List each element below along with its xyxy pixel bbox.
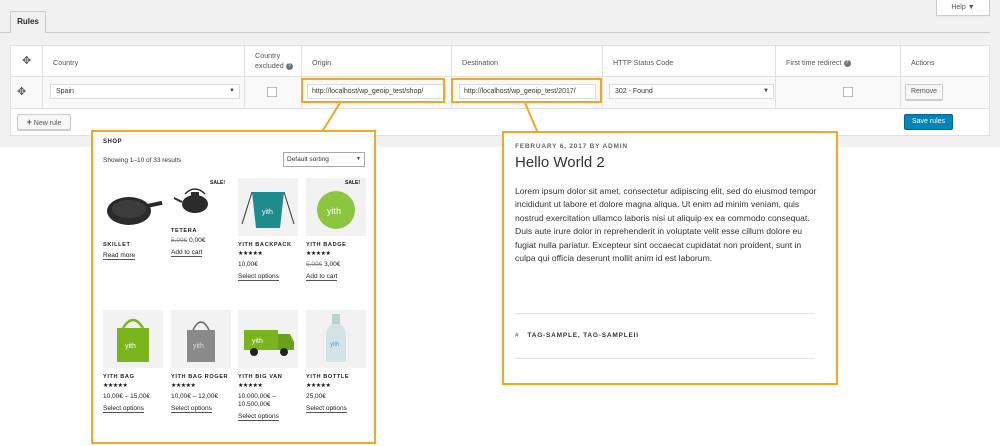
product-image[interactable]: yith (103, 310, 163, 368)
shop-title: SHOP (103, 139, 123, 145)
badge-icon: yith (317, 191, 355, 229)
post-meta: FEBRUARY 6, 2017 BY ADMIN (515, 143, 628, 150)
post-body: Lorem ipsum dolor sit amet, consectetur … (515, 186, 817, 264)
read-more-link[interactable]: Read more (103, 252, 136, 260)
product-skillet[interactable]: SKILLET Read more (103, 178, 163, 260)
product-yith-bag[interactable]: yith YITH BAG ★★★★★ 10,00€ – 15,00€ Sele… (103, 310, 163, 413)
rating-stars: ★★★★★ (238, 383, 263, 389)
product-image[interactable]: yith (171, 310, 231, 368)
post-title[interactable]: Hello World 2 (515, 154, 605, 171)
rating-stars: ★★★★★ (103, 383, 128, 389)
chevron-down-icon: ▼ (356, 156, 361, 162)
product-image[interactable] (103, 178, 163, 236)
product-image[interactable]: yith (306, 310, 366, 368)
product-image[interactable]: SALE! yith (306, 178, 366, 236)
post-tags: # TAG-SAMPLE, TAG-SAMPLEII (515, 332, 639, 339)
product-yith-big-van[interactable]: yith YITH BIG VAN ★★★★★ 10.000,00€ –10.5… (238, 310, 298, 421)
select-options-link[interactable]: Select options (103, 405, 144, 413)
product-yith-backpack[interactable]: yith YITH BACKPACK ★★★★★ 10,00€ Select o… (238, 178, 298, 281)
select-options-link[interactable]: Select options (238, 413, 279, 421)
sale-badge: SALE! (210, 180, 225, 186)
bottle-icon: yith (326, 314, 346, 362)
result-count: Showing 1–10 of 33 results (103, 157, 182, 164)
post-preview: FEBRUARY 6, 2017 BY ADMIN Hello World 2 … (502, 131, 838, 385)
add-to-cart-link[interactable]: Add to cart (306, 273, 338, 281)
bag-icon: yith (187, 321, 215, 362)
rating-stars: ★★★★★ (171, 383, 196, 389)
select-options-link[interactable]: Select options (306, 405, 347, 413)
product-yith-badge[interactable]: SALE! yith YITH BADGE ★★★★★ 5,00€ 3,00€ … (306, 178, 366, 281)
rating-stars: ★★★★★ (306, 251, 331, 257)
sorting-select[interactable]: Default sorting ▼ (283, 152, 365, 167)
product-yith-bag-roger[interactable]: yith YITH BAG ROGER ★★★★★ 10,00€ – 12,00… (171, 310, 231, 413)
svg-text:yith: yith (125, 343, 136, 350)
add-to-cart-link[interactable]: Add to cart (171, 249, 203, 257)
select-options-link[interactable]: Select options (238, 273, 279, 281)
select-options-link[interactable]: Select options (171, 405, 212, 413)
divider (515, 313, 815, 314)
rating-stars: ★★★★★ (238, 251, 263, 257)
hash-icon: # (515, 332, 520, 339)
sale-badge: SALE! (345, 180, 360, 186)
rating-stars: ★★★★★ (306, 383, 331, 389)
divider (515, 358, 815, 359)
product-image[interactable]: SALE! (171, 178, 231, 222)
skillet-icon (107, 197, 163, 225)
svg-text:yith: yith (193, 343, 204, 350)
svg-text:yith: yith (330, 342, 339, 348)
svg-text:yith: yith (252, 338, 263, 345)
shop-preview: SHOP Showing 1–10 of 33 results Default … (91, 130, 376, 444)
product-tetera[interactable]: SALE! TETERA 5,00€ 0,00€ Add to cart (171, 178, 231, 257)
svg-text:yith: yith (262, 209, 273, 216)
product-image[interactable]: yith (238, 178, 298, 236)
bag-icon: yith (117, 318, 149, 362)
product-yith-bottle[interactable]: yith YITH BOTTLE ★★★★★ 25,00€ Select opt… (306, 310, 366, 413)
backpack-icon: yith (241, 191, 295, 228)
van-icon: yith (244, 330, 294, 356)
product-image[interactable]: yith (238, 310, 298, 368)
svg-text:yith: yith (327, 206, 341, 216)
